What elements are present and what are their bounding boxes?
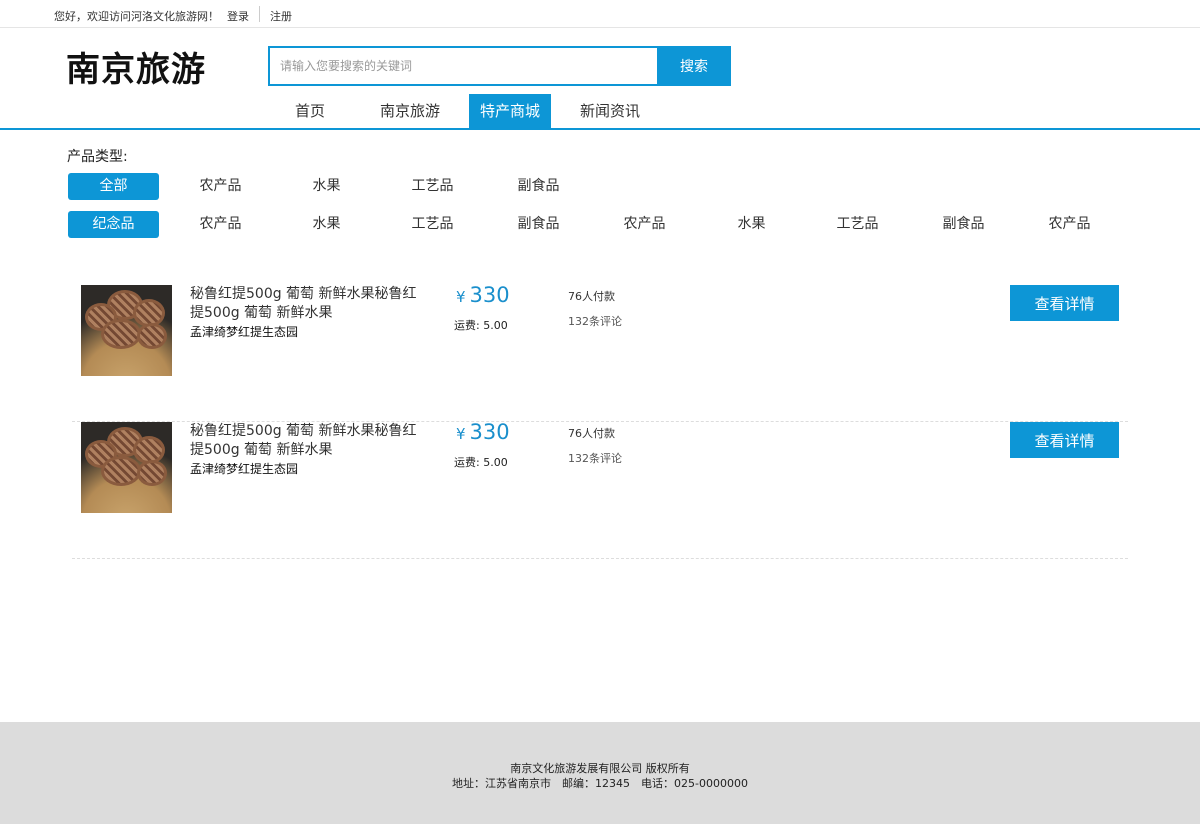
category-item[interactable]: 工艺品 bbox=[812, 211, 903, 238]
shop-name: 孟津绮梦红提生态园 bbox=[190, 325, 299, 339]
shipping-fee: 运费: 5.00 bbox=[454, 319, 508, 332]
divider bbox=[259, 6, 260, 22]
category-item[interactable]: 水果 bbox=[706, 211, 797, 238]
category-item[interactable]: 副食品 bbox=[918, 211, 1009, 238]
product-price: ¥330 bbox=[456, 420, 510, 444]
currency-symbol: ¥ bbox=[456, 288, 466, 306]
nav-item-specialty-mall[interactable]: 特产商城 bbox=[469, 94, 551, 128]
product-row: 秘鲁红提500g 葡萄 新鲜水果秘鲁红提500g 葡萄 新鲜水果 孟津绮梦红提生… bbox=[72, 420, 1128, 559]
nav-item-home[interactable]: 首页 bbox=[269, 94, 351, 128]
search-box bbox=[268, 46, 658, 86]
login-link[interactable]: 登录 bbox=[227, 8, 249, 24]
comment-count[interactable]: 132条评论 bbox=[568, 313, 622, 329]
view-details-button[interactable]: 查看详情 bbox=[1010, 285, 1119, 321]
view-details-button[interactable]: 查看详情 bbox=[1010, 422, 1119, 458]
footer: 南京文化旅游发展有限公司 版权所有 地址：江苏省南京市 邮编：12345 电话：… bbox=[0, 722, 1200, 824]
shipping-fee: 运费: 5.00 bbox=[454, 456, 508, 469]
category-item[interactable]: 副食品 bbox=[493, 173, 584, 200]
nav-item-news[interactable]: 新闻资讯 bbox=[569, 94, 651, 128]
category-item[interactable]: 农产品 bbox=[175, 211, 266, 238]
copyright-text: 南京文化旅游发展有限公司 版权所有 bbox=[510, 762, 690, 775]
currency-symbol: ¥ bbox=[456, 425, 466, 443]
top-bar: 您好，欢迎访问河洛文化旅游网！ 登录 注册 bbox=[0, 0, 1200, 28]
category-item[interactable]: 农产品 bbox=[175, 173, 266, 200]
category-item[interactable]: 水果 bbox=[281, 211, 372, 238]
nav-item-nanjing-travel[interactable]: 南京旅游 bbox=[369, 94, 451, 128]
paid-count: 76人付款 bbox=[568, 427, 615, 440]
price-value: 330 bbox=[469, 420, 510, 444]
main-nav: 首页 南京旅游 特产商城 新闻资讯 bbox=[0, 94, 1200, 130]
site-logo[interactable]: 南京旅游 bbox=[66, 42, 206, 91]
product-type-label: 产品类型: bbox=[67, 149, 128, 165]
product-price: ¥330 bbox=[456, 283, 510, 307]
product-image[interactable] bbox=[81, 422, 172, 513]
category-item[interactable]: 水果 bbox=[281, 173, 372, 200]
category-item[interactable]: 工艺品 bbox=[387, 173, 478, 200]
search-input[interactable] bbox=[270, 48, 658, 84]
register-link[interactable]: 注册 bbox=[270, 8, 292, 24]
product-title[interactable]: 秘鲁红提500g 葡萄 新鲜水果秘鲁红提500g 葡萄 新鲜水果 bbox=[190, 285, 430, 323]
category-souvenir[interactable]: 纪念品 bbox=[68, 211, 159, 238]
contact-info: 地址：江苏省南京市 邮编：12345 电话：025-0000000 bbox=[452, 777, 748, 790]
product-row: 秘鲁红提500g 葡萄 新鲜水果秘鲁红提500g 葡萄 新鲜水果 孟津绮梦红提生… bbox=[72, 283, 1128, 422]
category-all[interactable]: 全部 bbox=[68, 173, 159, 200]
category-item[interactable]: 农产品 bbox=[599, 211, 690, 238]
shop-name: 孟津绮梦红提生态园 bbox=[190, 462, 299, 476]
category-item[interactable]: 工艺品 bbox=[387, 211, 478, 238]
paid-count: 76人付款 bbox=[568, 290, 615, 303]
category-item[interactable]: 副食品 bbox=[493, 211, 584, 238]
welcome-text: 您好，欢迎访问河洛文化旅游网！ bbox=[54, 10, 219, 23]
product-image[interactable] bbox=[81, 285, 172, 376]
price-value: 330 bbox=[469, 283, 510, 307]
comment-count[interactable]: 132条评论 bbox=[568, 450, 622, 466]
product-title[interactable]: 秘鲁红提500g 葡萄 新鲜水果秘鲁红提500g 葡萄 新鲜水果 bbox=[190, 422, 430, 460]
category-item[interactable]: 农产品 bbox=[1024, 211, 1115, 238]
search-button[interactable]: 搜索 bbox=[657, 46, 731, 86]
